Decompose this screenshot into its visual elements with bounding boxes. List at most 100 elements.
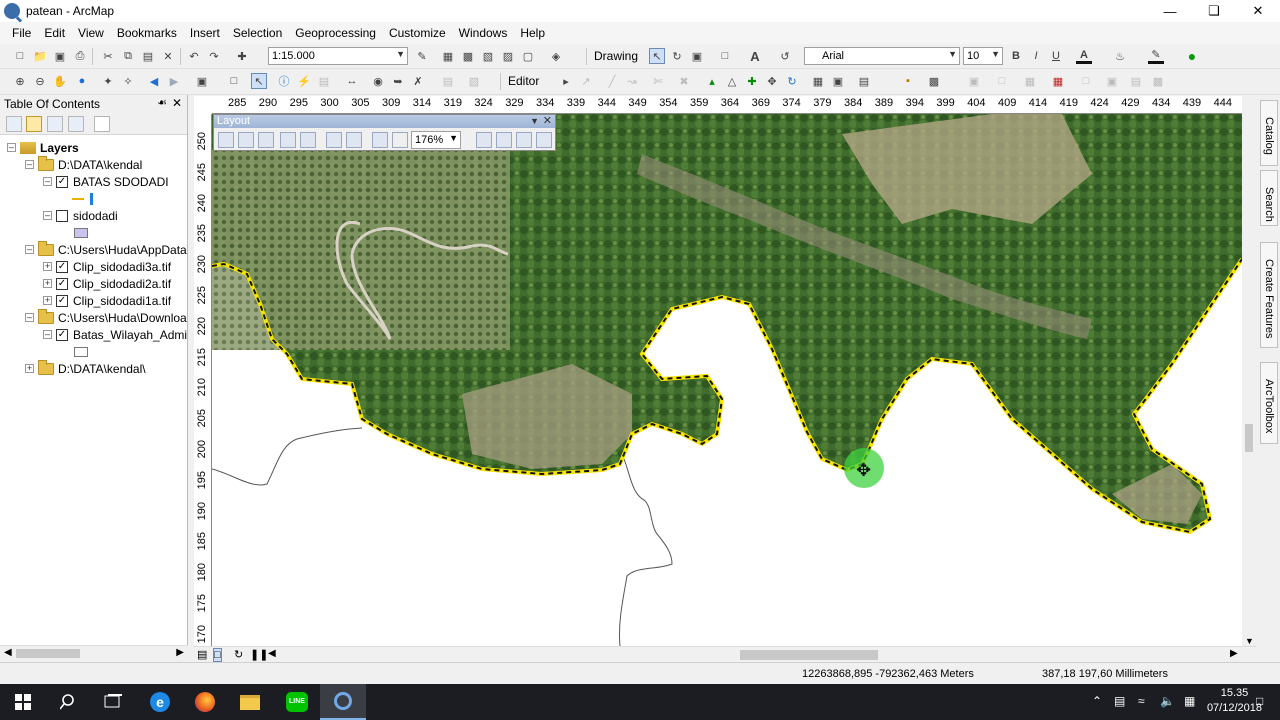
open-folder-icon[interactable]: 📁 [32, 48, 48, 64]
menu-insert[interactable]: Insert [184, 26, 227, 40]
schematic-icon[interactable]: ▩ [1150, 73, 1166, 89]
layout-zoom-combo[interactable]: 176% ▼ [411, 131, 461, 149]
straight-segment-icon[interactable]: ╱ [604, 73, 620, 89]
expand-icon[interactable]: + [43, 279, 52, 288]
find-binoculars-icon[interactable]: ◉ [370, 73, 386, 89]
clear-selection-icon[interactable]: □ [226, 73, 242, 89]
add-data-icon[interactable]: ✚ [234, 48, 250, 64]
menu-view[interactable]: View [72, 26, 111, 40]
layer-visibility-checkbox[interactable]: ✓ [56, 328, 68, 341]
go-to-xy-icon[interactable]: ✗ [410, 73, 426, 89]
toc-folder-downloads[interactable]: – C:\Users\Huda\Downloac [25, 308, 187, 326]
toc-layer-clip3a[interactable]: + ✓ Clip_sidodadi3a.tif [43, 258, 171, 275]
collapse-icon[interactable]: – [25, 160, 34, 169]
zoom-whole-page-icon[interactable] [280, 132, 296, 148]
line-messenger-icon[interactable]: LINE [274, 684, 320, 720]
drawing-menu[interactable]: Drawing [594, 49, 638, 63]
layer-visibility-checkbox[interactable]: ✓ [56, 277, 68, 290]
toc-symbol-line[interactable] [72, 190, 93, 207]
collapse-icon[interactable]: – [43, 211, 52, 220]
go-back-icon[interactable]: ◀ [146, 73, 162, 89]
table-of-contents-icon[interactable]: ▦ [440, 48, 456, 64]
snapping-icon[interactable]: ✚ [744, 73, 760, 89]
zoom-to-selected-icon[interactable]: ▣ [689, 48, 705, 64]
arctoolbox-tab[interactable]: ArcToolbox [1260, 362, 1278, 444]
catalog-tab[interactable]: Catalog [1260, 100, 1278, 166]
python-window-icon[interactable]: ▢ [520, 48, 536, 64]
menu-bookmarks[interactable]: Bookmarks [111, 26, 184, 40]
toc-options-icon[interactable] [94, 116, 110, 132]
file-explorer-icon[interactable] [227, 684, 273, 720]
layout-zoom-in-icon[interactable] [218, 132, 234, 148]
layout-zoom-out-icon[interactable] [238, 132, 254, 148]
split-icon[interactable]: ✖ [676, 73, 692, 89]
layers-root[interactable]: – Layers [7, 139, 79, 156]
editor-menu[interactable]: Editor [508, 74, 539, 88]
data-driven-pages-icon[interactable] [536, 132, 552, 148]
identify-icon[interactable]: ⓘ [276, 73, 292, 89]
menu-file[interactable]: File [6, 26, 38, 40]
network-adapter-icon[interactable]: ▤ [1114, 694, 1125, 708]
menu-edit[interactable]: Edit [38, 26, 72, 40]
scroll-down-icon[interactable]: ▼ [1245, 636, 1254, 646]
menu-help[interactable]: Help [514, 26, 552, 40]
new-text-icon[interactable]: A [747, 48, 763, 64]
marker-color-icon[interactable]: ● [1184, 48, 1200, 64]
print-icon[interactable]: ⎙ [72, 48, 88, 64]
copy-icon[interactable]: ⧉ [120, 48, 136, 64]
data-frame-tools-icon[interactable]: ▩ [926, 73, 942, 89]
rotate-icon[interactable]: ↻ [669, 48, 685, 64]
expand-icon[interactable]: + [25, 364, 34, 373]
toc-folder-kendal[interactable]: – D:\DATA\kendal [25, 155, 142, 173]
edit-tool-icon[interactable]: ▸ [558, 73, 574, 89]
system-clock[interactable]: 15.35 07/12/2018 [1207, 686, 1262, 716]
select-features-icon[interactable]: ▣ [194, 73, 210, 89]
expand-icon[interactable]: + [43, 262, 52, 271]
paste-icon[interactable]: ▤ [140, 48, 156, 64]
arctoolbox-icon[interactable]: ▨ [500, 48, 516, 64]
spatial-adjust-icon[interactable]: □ [994, 73, 1010, 89]
menu-geoprocessing[interactable]: Geoprocessing [289, 26, 383, 40]
advanced-editing-icon[interactable]: ▦ [1022, 73, 1038, 89]
toolbar-options-icon[interactable]: ▼ [530, 115, 539, 128]
scroll-right-icon[interactable]: ▶ [176, 647, 184, 658]
scroll-left-icon[interactable]: ◀ [268, 648, 276, 659]
attributes-icon[interactable]: ↻ [784, 73, 800, 89]
toc-layer-sidodadi[interactable]: – sidodadi [43, 207, 118, 224]
layer-visibility-checkbox[interactable] [56, 209, 68, 222]
scroll-left-icon[interactable]: ◀ [4, 647, 12, 658]
maximize-button[interactable]: ❏ [1192, 0, 1236, 22]
save-icon[interactable]: ▣ [52, 48, 68, 64]
toc-horizontal-scrollbar[interactable]: ◀ ▶ [0, 645, 188, 661]
select-pointer-icon[interactable]: ↖ [251, 73, 267, 89]
firefox-icon[interactable] [182, 684, 228, 720]
pan-hand-icon[interactable]: ✋ [52, 73, 68, 89]
scroll-right-icon[interactable]: ▶ [1230, 648, 1238, 659]
topology-icon[interactable]: ▣ [966, 73, 982, 89]
undo-icon[interactable]: ↶ [186, 48, 202, 64]
wifi-icon[interactable]: ≈ [1138, 694, 1145, 708]
collapse-icon[interactable]: – [7, 143, 16, 152]
focus-data-frame-icon[interactable] [496, 132, 512, 148]
model-builder-icon[interactable]: ◈ [548, 48, 564, 64]
fixed-zoom-in-icon[interactable] [326, 132, 342, 148]
menu-customize[interactable]: Customize [383, 26, 453, 40]
go-forward-extent-icon[interactable] [392, 132, 408, 148]
font-size-combo[interactable]: 10 ▼ [963, 47, 1003, 65]
cogo-icon[interactable]: ▣ [1104, 73, 1120, 89]
cut-polygons-icon[interactable]: ✄ [650, 73, 666, 89]
menu-selection[interactable]: Selection [227, 26, 289, 40]
italic-button[interactable]: I [1028, 48, 1044, 64]
map-canvas[interactable]: ✥ [212, 114, 1242, 646]
task-view-icon[interactable] [90, 684, 136, 720]
font-name-combo[interactable]: Arial ▼ [804, 47, 960, 65]
rotate-feature-icon[interactable]: ✥ [764, 73, 780, 89]
start-windows-icon[interactable] [0, 684, 46, 720]
find-route-icon[interactable]: ➥ [390, 73, 406, 89]
go-back-extent-icon[interactable] [372, 132, 388, 148]
collapse-icon[interactable]: – [43, 330, 52, 339]
layout-page-icon[interactable]: ▪ [900, 73, 916, 89]
cut-icon[interactable]: ✂ [100, 48, 116, 64]
toc-symbol-empty-polygon[interactable] [74, 343, 88, 360]
collapse-icon[interactable]: – [25, 313, 34, 322]
